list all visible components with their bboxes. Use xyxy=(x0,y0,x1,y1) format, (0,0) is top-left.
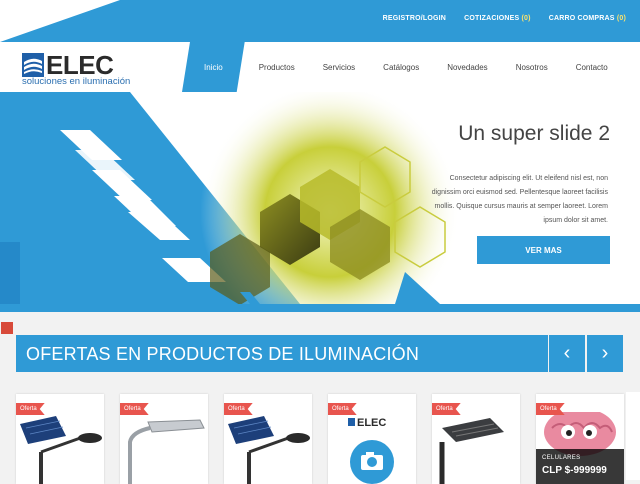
logo[interactable]: ELEC soluciones en iluminación xyxy=(22,48,152,88)
quotes-count: (0) xyxy=(521,15,531,22)
main-nav: Inicio Productos Servicios Catálogos Nov… xyxy=(190,42,622,92)
right-edge-panel xyxy=(626,392,640,480)
offers-title: OFERTAS EN PRODUCTOS DE ILUMINACIÓN xyxy=(26,344,420,364)
top-bar: REGISTRO/LOGIN COTIZACIONES (0) CARRO CO… xyxy=(0,0,640,42)
nav-catalogos[interactable]: Catálogos xyxy=(369,42,433,92)
offers-header: OFERTAS EN PRODUCTOS DE ILUMINACIÓN xyxy=(16,335,548,372)
slide-title: Un super slide 2 xyxy=(458,122,610,145)
product-price: CLP $-999999 xyxy=(542,465,607,476)
product-category: CELULARES xyxy=(542,455,581,461)
header: ELEC soluciones en iluminación Inicio Pr… xyxy=(0,42,640,93)
product-card[interactable]: Oferta xyxy=(224,394,312,484)
ver-mas-button[interactable]: VER MAS xyxy=(477,236,610,264)
carousel-prev-button[interactable]: ‹ xyxy=(549,335,585,372)
nav-nosotros[interactable]: Nosotros xyxy=(502,42,562,92)
offer-badge: Oferta xyxy=(432,403,461,415)
logo-tagline: soluciones en iluminación xyxy=(22,76,131,87)
product-overlay: CELULARES CLP $-999999 xyxy=(536,449,624,484)
product-card[interactable]: Oferta xyxy=(120,394,208,484)
hero-bottom-bar xyxy=(0,304,640,312)
cart-count: (0) xyxy=(616,15,626,22)
nav-contacto[interactable]: Contacto xyxy=(562,42,622,92)
hero-slider: Un super slide 2 Consectetur adipiscing … xyxy=(0,92,640,312)
offer-badge: Oferta xyxy=(328,403,357,415)
product-card[interactable]: ELEC Oferta xyxy=(328,394,416,484)
carousel-next-button[interactable]: › xyxy=(587,335,623,372)
top-bar-wedge xyxy=(0,0,120,42)
nav-inicio[interactable]: Inicio xyxy=(182,42,245,92)
account-links: REGISTRO/LOGIN COTIZACIONES (0) CARRO CO… xyxy=(383,15,626,22)
offer-badge: Oferta xyxy=(536,403,565,415)
nav-productos[interactable]: Productos xyxy=(245,42,309,92)
product-card[interactable]: Oferta xyxy=(16,394,104,484)
side-tag-icon[interactable] xyxy=(1,322,13,334)
product-card[interactable]: Oferta xyxy=(432,394,520,484)
cart-link[interactable]: CARRO COMPRAS (0) xyxy=(549,15,626,22)
product-card[interactable]: Oferta CELULARES CLP $-999999 xyxy=(536,394,624,484)
offer-badge: Oferta xyxy=(224,403,253,415)
nav-servicios[interactable]: Servicios xyxy=(309,42,369,92)
offer-badge: Oferta xyxy=(16,403,45,415)
nav-novedades[interactable]: Novedades xyxy=(433,42,501,92)
card-brand-text: ELEC xyxy=(357,417,386,429)
elec-camera-placeholder-icon: ELEC xyxy=(348,417,394,484)
led-street-lamp-icon xyxy=(439,418,504,484)
solar-street-lamp-icon xyxy=(20,416,102,484)
product-carousel: Oferta Oferta Oferta ELEC Oferta Oferta … xyxy=(0,380,640,484)
offer-badge: Oferta xyxy=(120,403,149,415)
street-lamp-icon xyxy=(128,419,205,484)
logo-mark-icon xyxy=(22,53,44,77)
slide-description: Consectetur adipiscing elit. Ut eleifend… xyxy=(431,175,608,224)
login-link[interactable]: REGISTRO/LOGIN xyxy=(383,15,446,22)
solar-street-lamp-icon xyxy=(228,416,310,484)
quotes-link[interactable]: COTIZACIONES (0) xyxy=(464,15,531,22)
